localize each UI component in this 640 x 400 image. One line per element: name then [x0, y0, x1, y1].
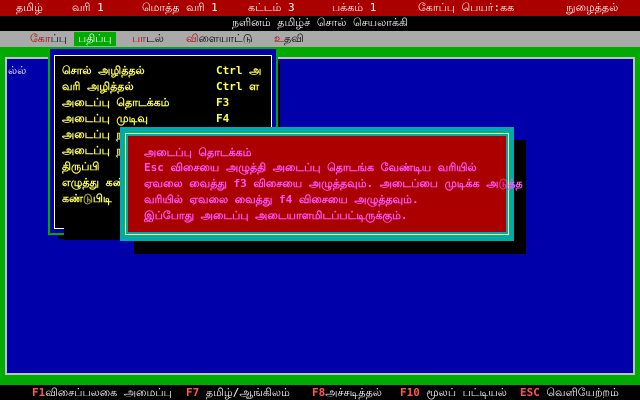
menu-file[interactable]: கோப்பு: [26, 32, 71, 46]
function-key-bar: F1விசைப்பலகை அமைப்பு F7 தமிழ்/ஆங்கிலம் F…: [0, 385, 640, 400]
status-total-lines: மொத்த வரி 1: [142, 1, 218, 14]
dialog-line-4: இப்போது அடைப்பு அடையாளமிடப்பட்டிருக்கும்…: [144, 209, 408, 222]
status-bar: தமிழ் வரி 1 மொத்த வரி 1 கட்டம் 3 பக்கம் …: [0, 0, 640, 16]
fkey-f1[interactable]: F1விசைப்பலகை அமைப்பு: [32, 385, 172, 400]
dialog-line-3: வரியில் ஏவலை வைத்து f4 விசையை அழுத்தவும்…: [144, 193, 419, 206]
menuitem-delete-word[interactable]: சொல் அழித்தல் Ctrl அ: [62, 63, 272, 79]
dialog-title: அடைப்பு தொடக்கம்: [144, 146, 252, 159]
dialog-line-1: Esc விசையை அழுத்தி அடைப்பு தொடங்க வேண்டி…: [144, 161, 477, 174]
app-title-text: நளினம் தமிழ்ச் சொல் செயலாக்கி: [231, 15, 409, 29]
menu-games[interactable]: விளையாட்டு: [182, 32, 257, 46]
status-page: பக்கம் 1: [332, 1, 377, 14]
menu-bar: கோப்பு பதிப்பு பாடல் விளையாட்டு உதவி: [0, 31, 640, 47]
menuitem-block-start[interactable]: அடைப்பு தொடக்கம் F3: [62, 95, 272, 111]
status-filename: கோப்பு பெயர்:கக: [418, 1, 515, 14]
dialog-line-2: ஏவலை வைத்து f3 விசையை அழுத்தவும். அடைப்ப…: [144, 177, 523, 190]
status-language: தமிழ்: [16, 1, 43, 14]
menu-edit[interactable]: பதிப்பு: [74, 32, 116, 46]
fkey-f7[interactable]: F7 தமிழ்/ஆங்கிலம்: [186, 385, 290, 400]
status-line: வரி 1: [72, 1, 104, 14]
fkey-f10[interactable]: F10 மூலப் பட்டியல்: [400, 385, 507, 400]
app-title: நளினம் தமிழ்ச் சொல் செயலாக்கி: [0, 16, 640, 30]
editor-text: ல்ல்: [8, 64, 27, 77]
fkey-esc[interactable]: ESC வெளியேற்றம்: [520, 385, 619, 400]
menuitem-delete-line[interactable]: வரி அழித்தல் Ctrl ள: [62, 79, 272, 95]
status-mode: நுழைத்தல்: [566, 1, 619, 14]
fkey-f8[interactable]: F8அச்சடித்தல்: [312, 385, 382, 400]
menu-help[interactable]: உதவி: [270, 32, 308, 46]
status-frame: கட்டம் 3: [248, 1, 295, 14]
menuitem-block-end[interactable]: அடைப்பு முடிவு F4: [62, 111, 272, 127]
menu-song[interactable]: பாடல்: [128, 32, 168, 46]
